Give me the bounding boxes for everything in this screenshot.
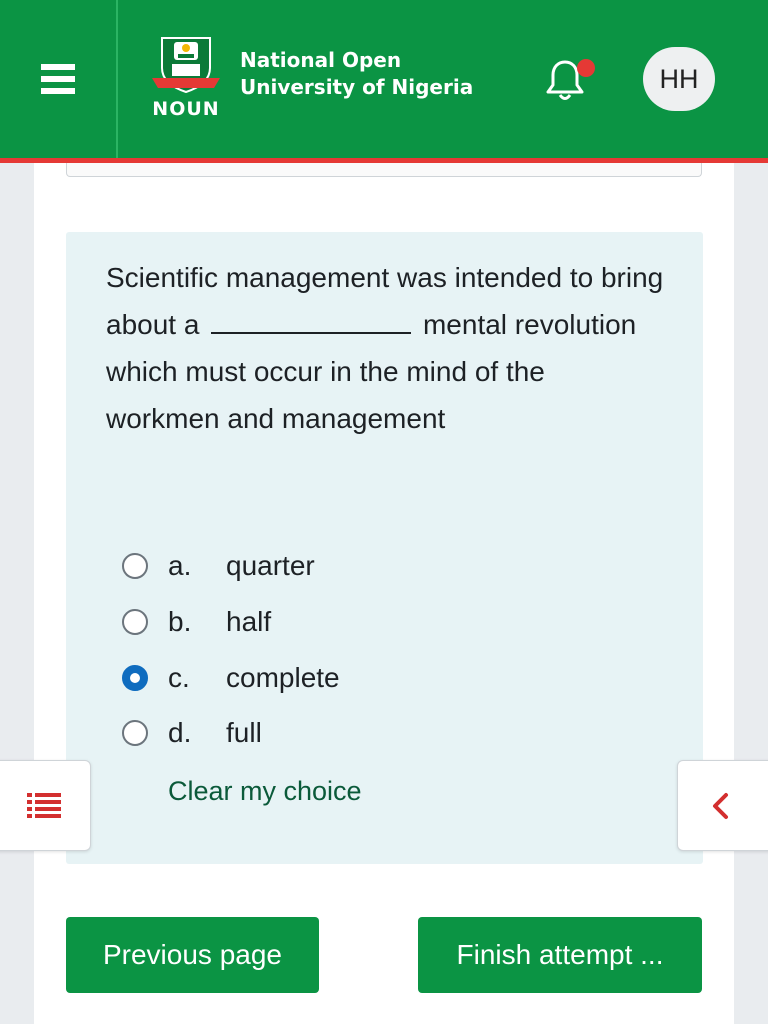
- option-label: complete: [226, 662, 340, 693]
- hamburger-menu-icon: [41, 64, 75, 94]
- notifications-button[interactable]: [542, 58, 595, 110]
- chevron-left-icon: [713, 792, 728, 819]
- site-name[interactable]: National Open University of Nigeria: [240, 47, 473, 101]
- option-d[interactable]: d. full: [122, 713, 522, 753]
- quiz-navigation-toggle[interactable]: [0, 760, 91, 851]
- radio-button[interactable]: [122, 553, 148, 579]
- logo-text: NOUN: [152, 98, 220, 120]
- option-letter: b.: [168, 606, 192, 637]
- radio-button-selected[interactable]: [122, 665, 148, 691]
- previous-page-button[interactable]: Previous page: [66, 917, 319, 993]
- notification-badge: [577, 59, 595, 77]
- site-name-line2: University of Nigeria: [240, 75, 474, 99]
- option-label: quarter: [226, 550, 315, 581]
- noun-logo[interactable]: NOUN: [148, 34, 224, 124]
- option-letter: d.: [168, 717, 192, 748]
- site-header: NOUN National Open University of Nigeria…: [0, 0, 768, 163]
- right-drawer-toggle[interactable]: [677, 760, 768, 851]
- option-a[interactable]: a. quarter: [122, 546, 522, 586]
- previous-question-box: [66, 163, 702, 177]
- option-label: half: [226, 606, 272, 637]
- menu-button[interactable]: [0, 0, 118, 158]
- option-letter: c.: [168, 662, 190, 693]
- option-letter: a.: [168, 550, 192, 581]
- list-icon: [26, 792, 61, 818]
- radio-button[interactable]: [122, 720, 148, 746]
- option-c[interactable]: c. complete: [122, 658, 522, 698]
- radio-button[interactable]: [122, 609, 148, 635]
- fill-in-blank: [211, 312, 412, 334]
- user-avatar[interactable]: HH: [643, 47, 715, 111]
- option-label: full: [226, 717, 262, 748]
- crest-icon: [152, 37, 220, 94]
- option-b[interactable]: b. half: [122, 602, 522, 642]
- question-text: Scientific management was intended to br…: [106, 254, 666, 442]
- site-name-line1: National Open: [240, 48, 402, 72]
- finish-attempt-button[interactable]: Finish attempt ...: [418, 917, 702, 993]
- clear-choice-link[interactable]: Clear my choice: [168, 776, 362, 807]
